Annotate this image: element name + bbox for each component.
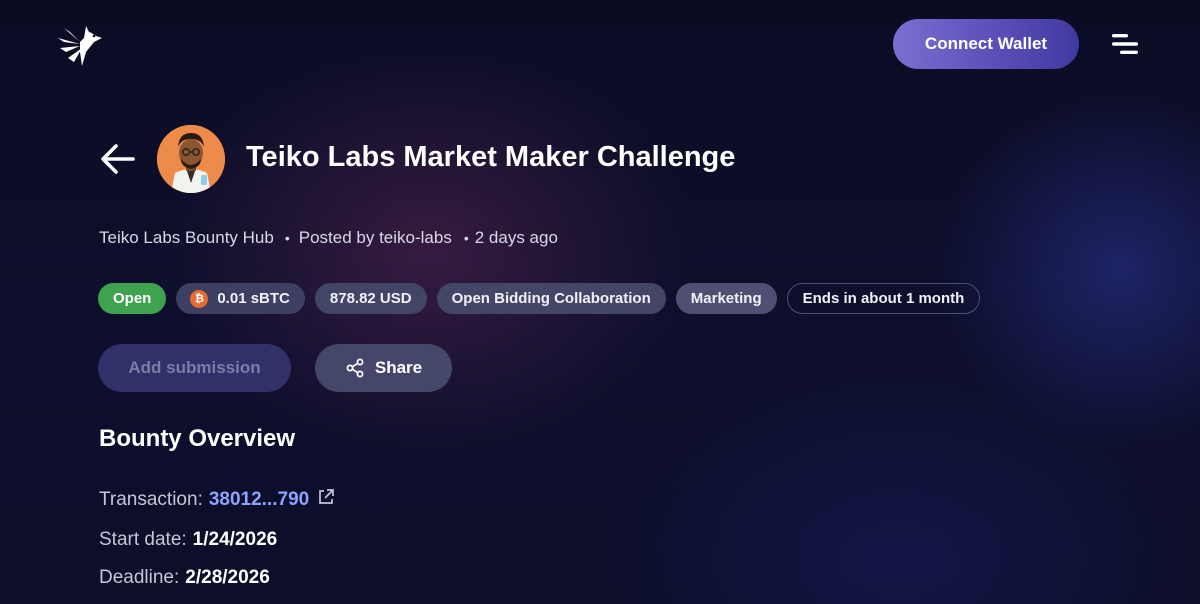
- bird-logo-icon[interactable]: [56, 22, 106, 70]
- share-label: Share: [374, 358, 423, 377]
- usd-badge: 878.82 USD: [314, 283, 427, 314]
- start-date-value: 1/24/2026: [192, 529, 278, 550]
- reward-amount: 0.01 sBTC: [217, 290, 290, 307]
- separator-dot-icon: •: [463, 230, 469, 246]
- separator-dot-icon: •: [284, 230, 290, 246]
- bounty-meta: Teiko Labs Bounty Hub • Posted by teiko-…: [99, 228, 558, 248]
- page-title: Teiko Labs Market Maker Challenge: [246, 141, 736, 173]
- start-date-row: Start date: 1/24/2026: [99, 529, 277, 551]
- ends-badge: Ends in about 1 month: [786, 283, 981, 314]
- hamburger-menu-icon[interactable]: [1110, 32, 1142, 56]
- posted-ago: 2 days ago: [474, 228, 558, 247]
- share-icon: [346, 358, 364, 378]
- category-badge: Marketing: [675, 283, 777, 314]
- deadline-row: Deadline: 2/28/2026: [99, 567, 270, 589]
- deadline-value: 2/28/2026: [185, 567, 270, 588]
- type-badge: Open Bidding Collaboration: [436, 283, 666, 314]
- section-heading: Bounty Overview: [99, 425, 296, 452]
- back-arrow-icon[interactable]: [99, 142, 137, 176]
- reward-badge: 0.01 sBTC: [176, 283, 305, 314]
- add-submission-button[interactable]: Add submission: [98, 344, 291, 392]
- status-badge: Open: [98, 283, 167, 314]
- share-button[interactable]: Share: [315, 344, 452, 392]
- badge-row: Open 0.01 sBTC 878.82 USD Open Bidding C…: [98, 283, 990, 314]
- posted-by: Posted by teiko-labs: [298, 228, 452, 247]
- transaction-row: Transaction: 38012...790: [99, 488, 335, 512]
- transaction-label: Transaction:: [99, 489, 203, 510]
- start-date-label: Start date:: [99, 529, 187, 550]
- deadline-label: Deadline:: [99, 567, 180, 588]
- bitcoin-icon: [190, 289, 209, 308]
- transaction-link[interactable]: 38012...790: [209, 489, 309, 511]
- external-link-icon[interactable]: [317, 488, 335, 512]
- avatar: [157, 125, 225, 193]
- hub-link[interactable]: Teiko Labs Bounty Hub: [99, 228, 274, 248]
- connect-wallet-button[interactable]: Connect Wallet: [893, 19, 1079, 69]
